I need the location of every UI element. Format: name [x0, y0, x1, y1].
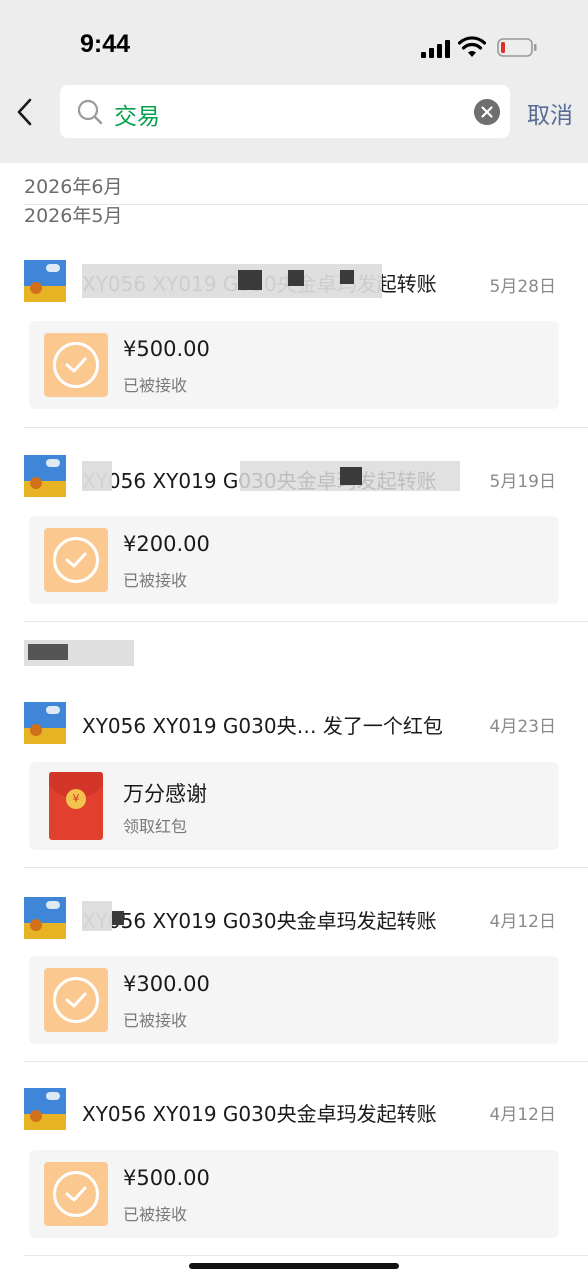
status-time: 9:44	[80, 30, 131, 58]
avatar[interactable]	[24, 260, 66, 302]
transfer-status: 已被接收	[123, 571, 188, 590]
signal-icon	[421, 38, 451, 58]
transfer-amount: ¥200.00	[123, 532, 210, 556]
status-bar: 9:44	[0, 0, 588, 84]
item-date: 5月19日	[489, 472, 556, 492]
mosaic-overlay	[340, 467, 362, 485]
mosaic-overlay	[82, 901, 112, 931]
avatar[interactable]	[24, 1088, 66, 1130]
battery-icon	[497, 38, 537, 57]
transfer-amount: ¥500.00	[123, 337, 210, 361]
item-title: XY056 XY019 G030央金卓玛发起转账	[82, 909, 437, 933]
divider	[24, 867, 588, 868]
divider	[24, 204, 588, 205]
transfer-card[interactable]: ¥500.00 已被接收	[29, 321, 559, 409]
transfer-check-icon	[44, 1162, 108, 1226]
item-date: 4月12日	[489, 912, 556, 932]
transfer-card[interactable]: ¥300.00 已被接收	[29, 956, 559, 1044]
transfer-status: 已被接收	[123, 376, 188, 395]
item-date: 5月28日	[489, 277, 556, 297]
avatar[interactable]	[24, 897, 66, 939]
red-packet-message: 万分感谢	[123, 782, 207, 806]
item-date: 4月12日	[489, 1105, 556, 1125]
wifi-icon	[458, 36, 486, 57]
transfer-card[interactable]: ¥200.00 已被接收	[29, 516, 559, 604]
red-packet-status: 领取红包	[123, 817, 188, 836]
search-input[interactable]: 交易	[60, 85, 510, 138]
mosaic-overlay	[82, 264, 382, 298]
month-header: 2026年6月	[24, 176, 123, 198]
transfer-amount: ¥500.00	[123, 1166, 210, 1190]
item-title: XY056 XY019 G030央… 发了一个红包	[82, 714, 443, 738]
transfer-amount: ¥300.00	[123, 972, 210, 996]
transfer-card[interactable]: ¥500.00 已被接收	[29, 1150, 559, 1238]
red-packet-icon: ¥	[49, 772, 103, 840]
transfer-check-icon	[44, 333, 108, 397]
mosaic-overlay	[28, 644, 68, 660]
avatar[interactable]	[24, 455, 66, 497]
clear-icon[interactable]	[474, 99, 500, 125]
divider	[24, 1061, 588, 1062]
search-icon	[77, 99, 103, 125]
home-indicator[interactable]	[189, 1263, 399, 1269]
avatar[interactable]	[24, 702, 66, 744]
divider	[24, 1255, 588, 1256]
mosaic-overlay	[112, 911, 124, 925]
transfer-check-icon	[44, 968, 108, 1032]
item-title: XY056 XY019 G030央金卓玛发起转账	[82, 1102, 437, 1126]
divider	[24, 427, 588, 428]
mosaic-overlay	[238, 270, 262, 290]
item-date: 4月23日	[489, 717, 556, 737]
month-header: 2026年5月	[24, 205, 123, 227]
mosaic-overlay	[82, 461, 112, 491]
cancel-button[interactable]: 取消	[527, 96, 573, 130]
back-arrow-icon[interactable]	[10, 92, 44, 132]
transfer-check-icon	[44, 528, 108, 592]
transfer-status: 已被接收	[123, 1011, 188, 1030]
search-query[interactable]: 交易	[114, 97, 160, 131]
divider	[24, 621, 588, 622]
red-packet-card[interactable]: ¥ 万分感谢 领取红包	[29, 762, 559, 850]
mosaic-overlay	[288, 270, 304, 286]
mosaic-overlay	[340, 270, 354, 284]
transfer-status: 已被接收	[123, 1205, 188, 1224]
